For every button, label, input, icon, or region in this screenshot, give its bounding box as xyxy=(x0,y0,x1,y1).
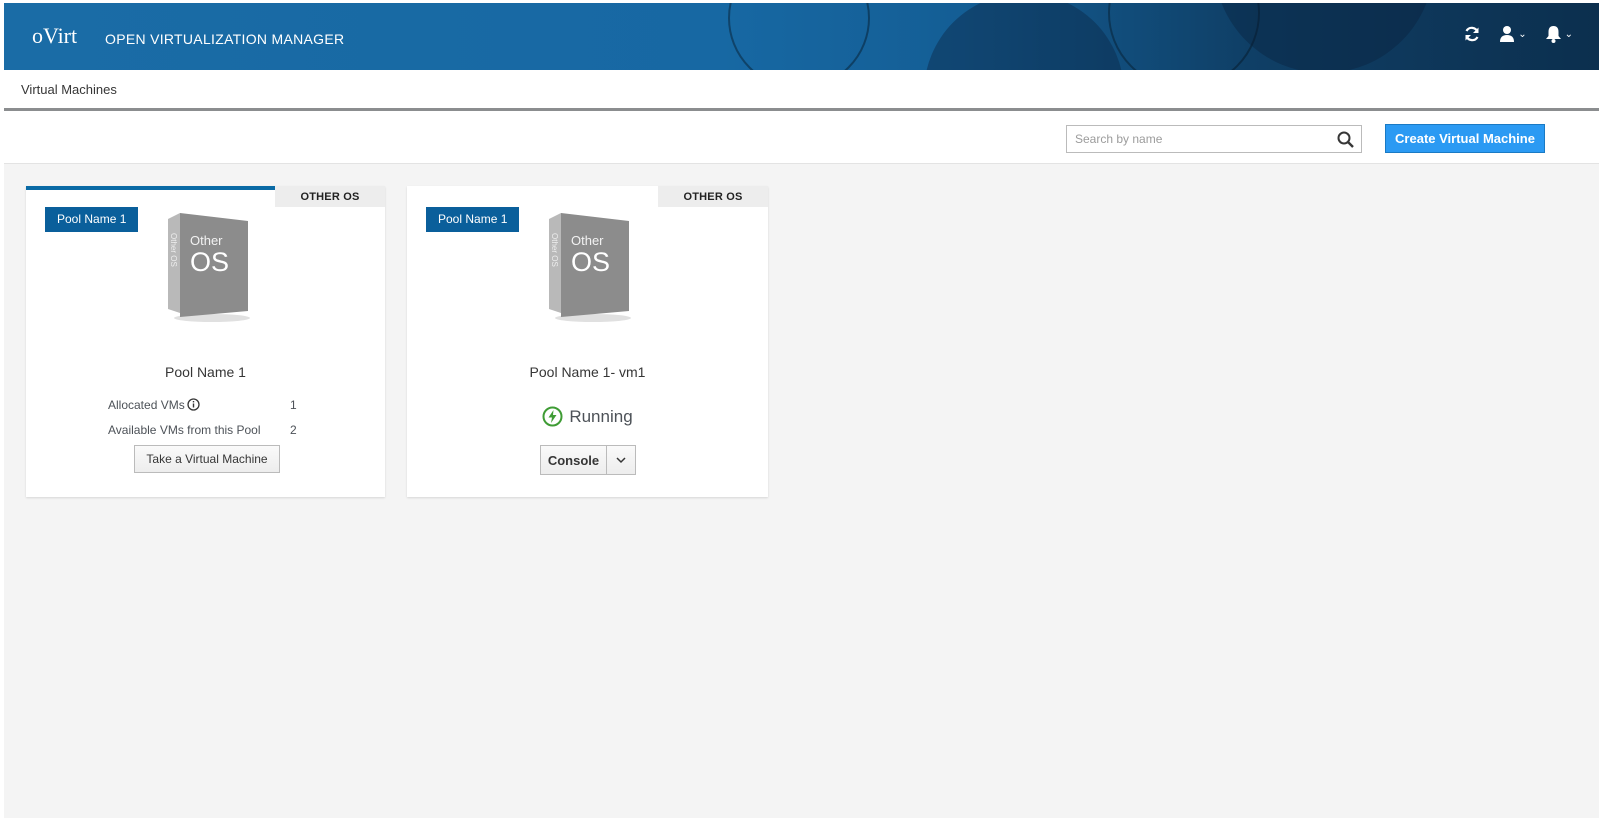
take-vm-button[interactable]: Take a Virtual Machine xyxy=(134,445,280,473)
os-box-icon: Other OS Other OS xyxy=(549,213,631,322)
os-box-icon: Other OS Other OS xyxy=(168,213,250,322)
svg-text:Other: Other xyxy=(571,233,604,248)
stat-value: 1 xyxy=(290,397,297,412)
user-icon xyxy=(1500,26,1515,42)
breadcrumb: Virtual Machines xyxy=(4,70,1599,111)
search-input[interactable] xyxy=(1067,126,1333,152)
os-tag: OTHER OS xyxy=(658,186,768,207)
stat-row: Allocated VMs 1 xyxy=(108,392,297,417)
info-icon[interactable] xyxy=(187,398,200,411)
status-label: Running xyxy=(569,406,633,426)
svg-text:Other OS: Other OS xyxy=(550,233,559,267)
pool-badge: Pool Name 1 xyxy=(426,207,520,232)
vm-card[interactable]: OTHER OS Pool Name 1 Other OS Other OS P… xyxy=(407,186,768,497)
ovirt-logo[interactable]: oVirt xyxy=(32,23,77,49)
card-accent xyxy=(26,186,276,190)
product-title: OPEN VIRTUALIZATION MANAGER xyxy=(105,31,345,47)
console-button[interactable]: Console xyxy=(540,445,607,475)
breadcrumb-virtual-machines[interactable]: Virtual Machines xyxy=(21,82,117,97)
console-dropdown-toggle[interactable] xyxy=(606,445,636,475)
console-split-button: Console xyxy=(540,445,636,475)
pool-badge: Pool Name 1 xyxy=(45,207,139,232)
stat-label: Allocated VMs xyxy=(108,397,185,412)
svg-text:OS: OS xyxy=(571,247,610,277)
card-title: Pool Name 1 xyxy=(165,364,246,380)
chevron-down-icon: ⌄ xyxy=(1518,28,1527,40)
create-vm-button[interactable]: Create Virtual Machine xyxy=(1385,124,1545,153)
bell-icon xyxy=(1545,26,1561,43)
search-icon[interactable] xyxy=(1337,131,1354,153)
stat-label: Available VMs from this Pool xyxy=(108,422,261,437)
notifications-menu[interactable]: ⌄ xyxy=(1545,25,1573,43)
stat-row: Available VMs from this Pool 2 xyxy=(108,417,297,442)
pool-card[interactable]: OTHER OS Pool Name 1 Other OS Other OS P… xyxy=(26,186,385,497)
svg-text:Other OS: Other OS xyxy=(169,233,178,267)
refresh-icon[interactable] xyxy=(1463,25,1481,43)
card-title: Pool Name 1- vm1 xyxy=(529,364,646,380)
vm-status: Running xyxy=(407,406,768,427)
chevron-down-icon xyxy=(616,456,626,463)
stat-value: 2 xyxy=(290,422,297,437)
power-on-icon xyxy=(542,406,563,427)
pool-stats: Allocated VMs 1 Available VMs from this … xyxy=(108,392,297,442)
chevron-down-icon: ⌄ xyxy=(1564,28,1573,40)
app-frame: oVirt OPEN VIRTUALIZATION MANAGER ⌄ ⌄ Vi… xyxy=(4,3,1599,818)
masthead: oVirt OPEN VIRTUALIZATION MANAGER ⌄ ⌄ xyxy=(4,3,1599,70)
user-menu[interactable]: ⌄ xyxy=(1499,25,1527,43)
search-box xyxy=(1066,125,1362,153)
os-tag: OTHER OS xyxy=(275,186,385,207)
svg-text:OS: OS xyxy=(190,247,229,277)
svg-text:Other: Other xyxy=(190,233,223,248)
toolbar: Create Virtual Machine xyxy=(4,111,1599,164)
